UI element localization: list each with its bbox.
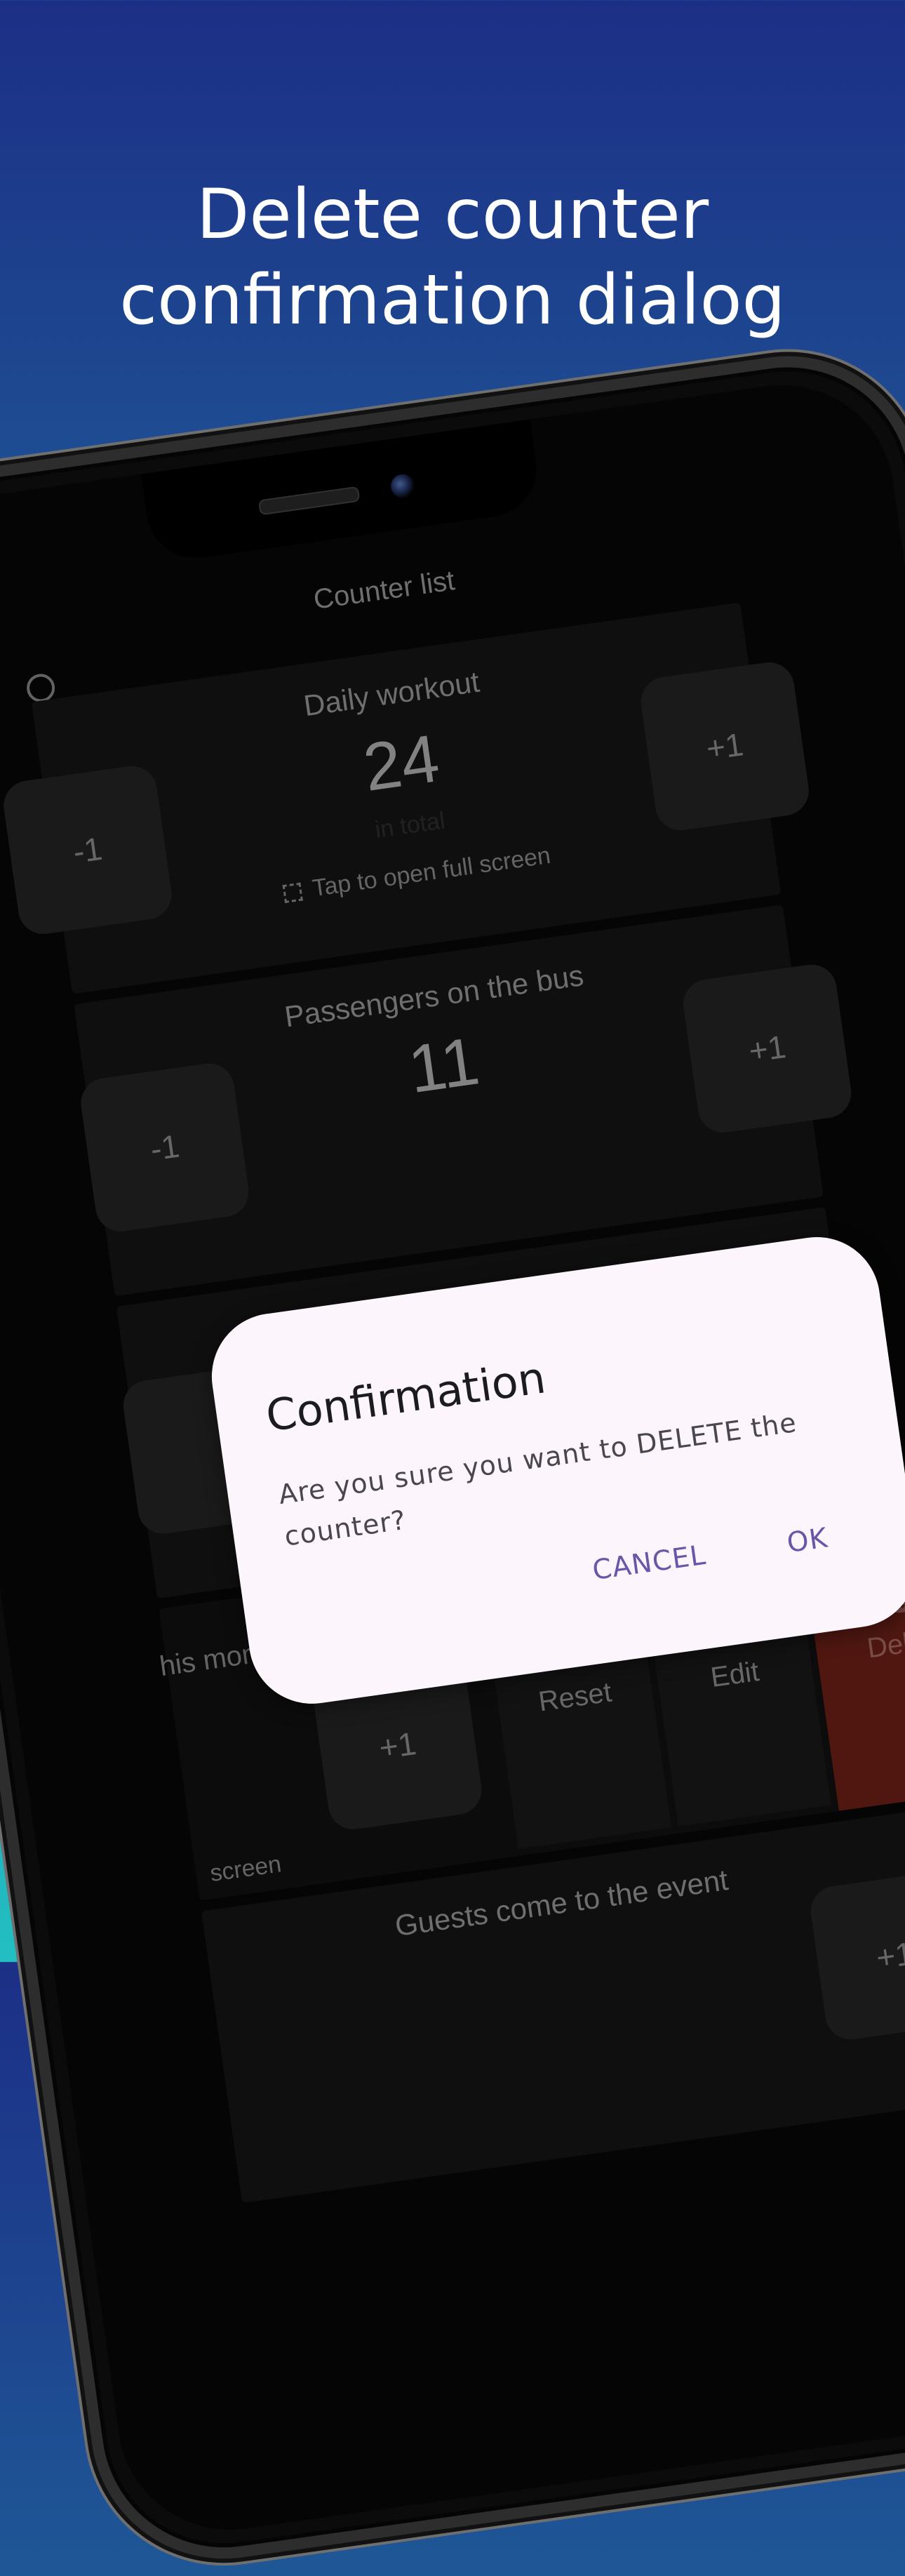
- cancel-button[interactable]: CANCEL: [591, 1540, 708, 1587]
- headline: Delete counter confirmation dialog: [0, 172, 905, 343]
- phone-mockup: Counter list Daily workout 24 in total T…: [0, 338, 905, 2576]
- headline-line-2: confirmation dialog: [119, 260, 786, 340]
- dialog-title: Confirmation: [262, 1352, 549, 1442]
- headline-line-1: Delete counter: [196, 175, 709, 255]
- phone-screen: Counter list Daily workout 24 in total T…: [0, 371, 905, 2544]
- ok-button[interactable]: OK: [785, 1522, 830, 1559]
